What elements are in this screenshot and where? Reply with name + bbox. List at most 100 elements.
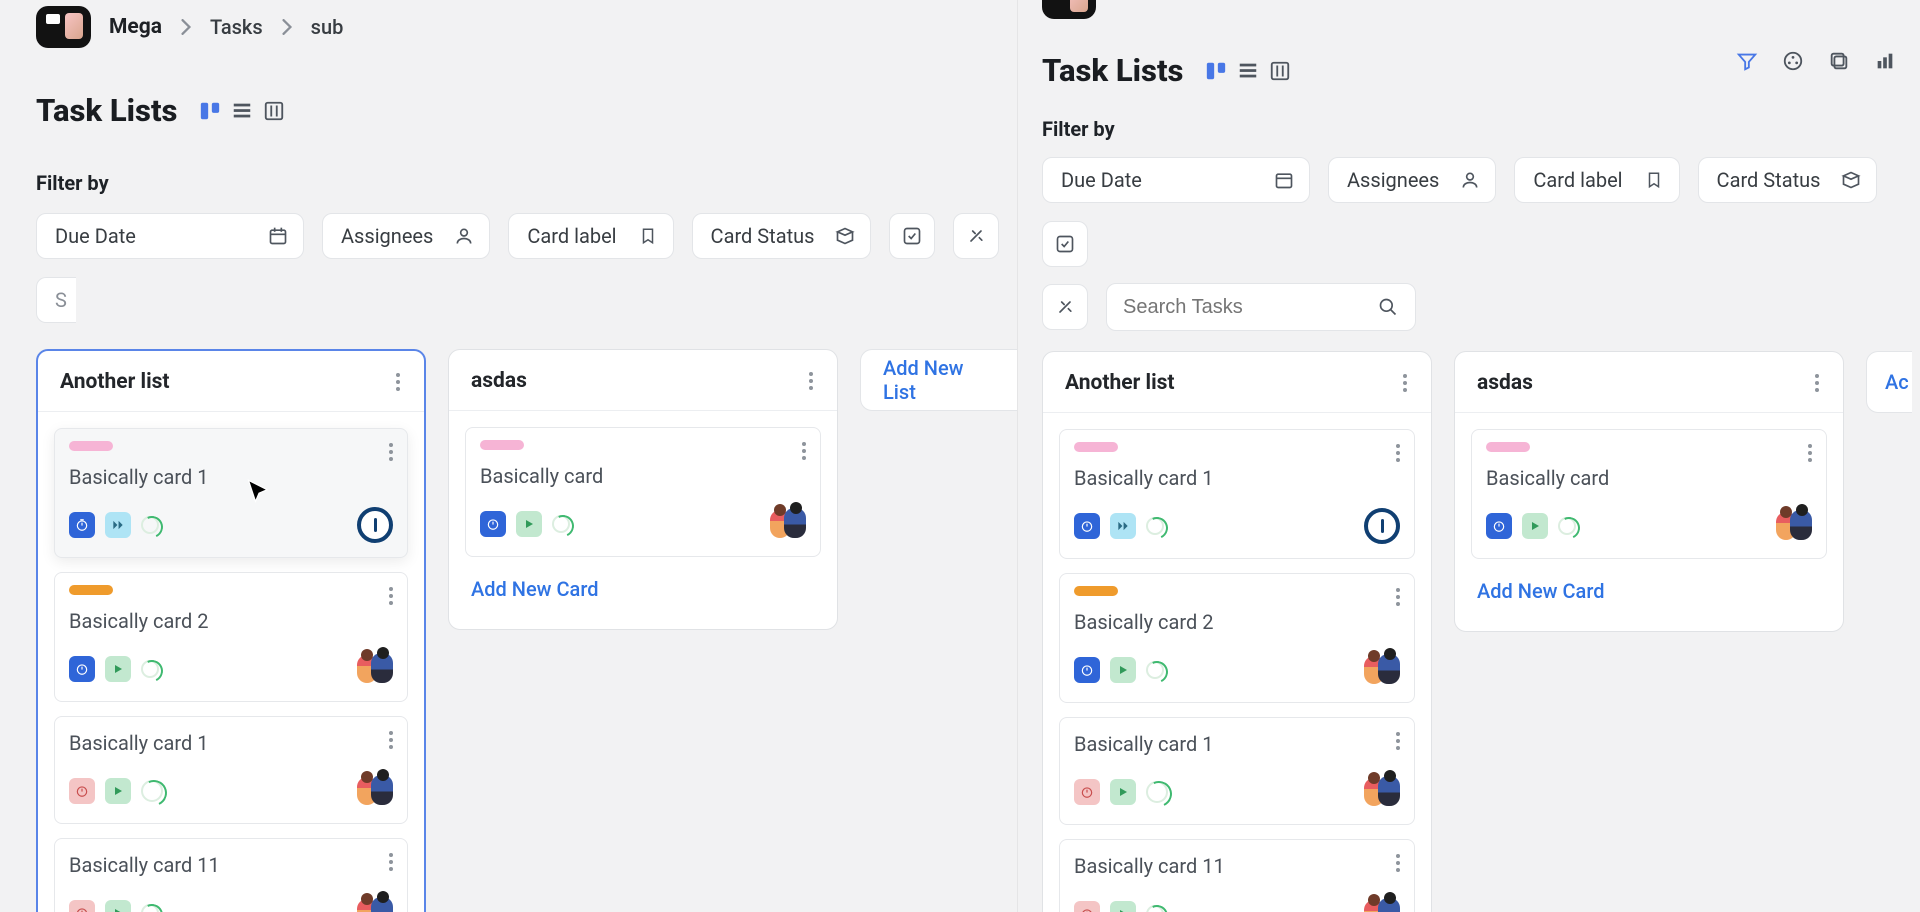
add-new-card-button[interactable]: Add New Card: [465, 571, 821, 613]
checklist-icon: [901, 225, 923, 247]
search-icon[interactable]: [1377, 296, 1399, 318]
power-avatar[interactable]: [357, 507, 393, 543]
breadcrumb-app[interactable]: Mega: [109, 15, 162, 39]
filter-card-status[interactable]: Card Status: [692, 213, 872, 259]
people-avatar[interactable]: [357, 895, 393, 912]
chart-icon[interactable]: [1874, 50, 1898, 74]
breadcrumb-level3[interactable]: sub: [311, 15, 344, 39]
timer-icon[interactable]: [69, 900, 95, 912]
task-card[interactable]: Basically card 1: [1059, 429, 1415, 559]
filter-card-status[interactable]: Card Status: [1698, 157, 1878, 203]
add-new-list-button[interactable]: Ac: [1866, 351, 1912, 413]
timer-icon[interactable]: [1074, 513, 1100, 539]
task-card[interactable]: Basically card 11: [54, 838, 408, 912]
timer-icon[interactable]: [480, 511, 506, 537]
checklist-icon: [1054, 233, 1076, 255]
progress-ring: [1146, 905, 1164, 912]
card-menu-icon[interactable]: [798, 438, 810, 464]
card-menu-icon[interactable]: [1392, 584, 1404, 610]
task-card[interactable]: Basically card 1: [54, 428, 408, 558]
app-icon[interactable]: [1042, 0, 1096, 19]
task-card[interactable]: Basically card 2: [1059, 573, 1415, 703]
copy-icon[interactable]: [1828, 50, 1852, 74]
timer-icon[interactable]: [1074, 779, 1100, 805]
task-card[interactable]: Basically card: [465, 427, 821, 557]
search-input[interactable]: [1123, 296, 1363, 319]
list-title[interactable]: Another list: [1065, 371, 1175, 395]
share-icon[interactable]: [1782, 50, 1806, 74]
people-avatar[interactable]: [357, 773, 393, 809]
fast-forward-icon[interactable]: [105, 512, 131, 538]
card-menu-icon[interactable]: [385, 849, 397, 875]
filter-assignees[interactable]: Assignees: [1328, 157, 1496, 203]
card-menu-icon[interactable]: [1392, 728, 1404, 754]
list-menu-icon[interactable]: [392, 369, 404, 395]
people-avatar[interactable]: [1364, 652, 1400, 688]
timer-icon[interactable]: [69, 778, 95, 804]
board-view-icon[interactable]: [199, 100, 221, 122]
filter-due-date[interactable]: Due Date: [1042, 157, 1310, 203]
card-menu-icon[interactable]: [385, 439, 397, 465]
play-icon[interactable]: [1110, 901, 1136, 912]
filter-assignees[interactable]: Assignees: [322, 213, 490, 259]
filter-card-label[interactable]: Card label: [1514, 157, 1679, 203]
box-icon: [834, 225, 856, 247]
fast-forward-icon[interactable]: [1110, 513, 1136, 539]
play-icon[interactable]: [1522, 513, 1548, 539]
filter-checklist[interactable]: [889, 213, 935, 259]
play-icon[interactable]: [1110, 657, 1136, 683]
timer-icon[interactable]: [1074, 901, 1100, 912]
play-icon[interactable]: [1110, 779, 1136, 805]
app-icon[interactable]: [36, 6, 91, 48]
filter-clear[interactable]: [1042, 284, 1088, 330]
list-title[interactable]: asdas: [1477, 371, 1533, 395]
search-box[interactable]: [1106, 283, 1416, 331]
card-menu-icon[interactable]: [385, 583, 397, 609]
card-menu-icon[interactable]: [1804, 440, 1816, 466]
timer-icon[interactable]: [1486, 513, 1512, 539]
sparkle-icon: [1054, 296, 1076, 318]
filter-clear[interactable]: [953, 213, 999, 259]
list-menu-icon[interactable]: [1811, 370, 1823, 396]
filter-card-label[interactable]: Card label: [508, 213, 673, 259]
card-menu-icon[interactable]: [1392, 440, 1404, 466]
add-new-list-button[interactable]: Add New List: [860, 349, 1017, 411]
list-menu-icon[interactable]: [805, 368, 817, 394]
timer-icon[interactable]: [1074, 657, 1100, 683]
task-card[interactable]: Basically card 1: [54, 716, 408, 824]
card-menu-icon[interactable]: [1392, 850, 1404, 876]
page-title: Task Lists: [36, 92, 177, 129]
filter-checklist[interactable]: [1042, 221, 1088, 267]
card-menu-icon[interactable]: [385, 727, 397, 753]
people-avatar[interactable]: [1364, 774, 1400, 810]
list-view-icon[interactable]: [1237, 60, 1259, 82]
task-card[interactable]: Basically card 11: [1059, 839, 1415, 912]
settings-view-icon[interactable]: [1269, 60, 1291, 82]
breadcrumb-level2[interactable]: Tasks: [210, 15, 263, 39]
filter-search-cut[interactable]: S: [36, 277, 76, 323]
add-new-card-button[interactable]: Add New Card: [1471, 573, 1827, 615]
task-card[interactable]: Basically card 2: [54, 572, 408, 702]
filter-icon[interactable]: [1736, 50, 1760, 74]
play-icon[interactable]: [105, 900, 131, 912]
card-label-pill: [1486, 442, 1530, 452]
people-avatar[interactable]: [1364, 896, 1400, 912]
list-title[interactable]: Another list: [60, 370, 170, 394]
power-avatar[interactable]: [1364, 508, 1400, 544]
people-avatar[interactable]: [1776, 508, 1812, 544]
list-menu-icon[interactable]: [1399, 370, 1411, 396]
play-icon[interactable]: [516, 511, 542, 537]
list-title[interactable]: asdas: [471, 369, 527, 393]
timer-icon[interactable]: [69, 656, 95, 682]
people-avatar[interactable]: [357, 651, 393, 687]
filter-due-date[interactable]: Due Date: [36, 213, 304, 259]
board-view-icon[interactable]: [1205, 60, 1227, 82]
task-card[interactable]: Basically card 1: [1059, 717, 1415, 825]
play-icon[interactable]: [105, 778, 131, 804]
task-card[interactable]: Basically card: [1471, 429, 1827, 559]
people-avatar[interactable]: [770, 506, 806, 542]
play-icon[interactable]: [105, 656, 131, 682]
timer-icon[interactable]: [69, 512, 95, 538]
settings-view-icon[interactable]: [263, 100, 285, 122]
list-view-icon[interactable]: [231, 100, 253, 122]
